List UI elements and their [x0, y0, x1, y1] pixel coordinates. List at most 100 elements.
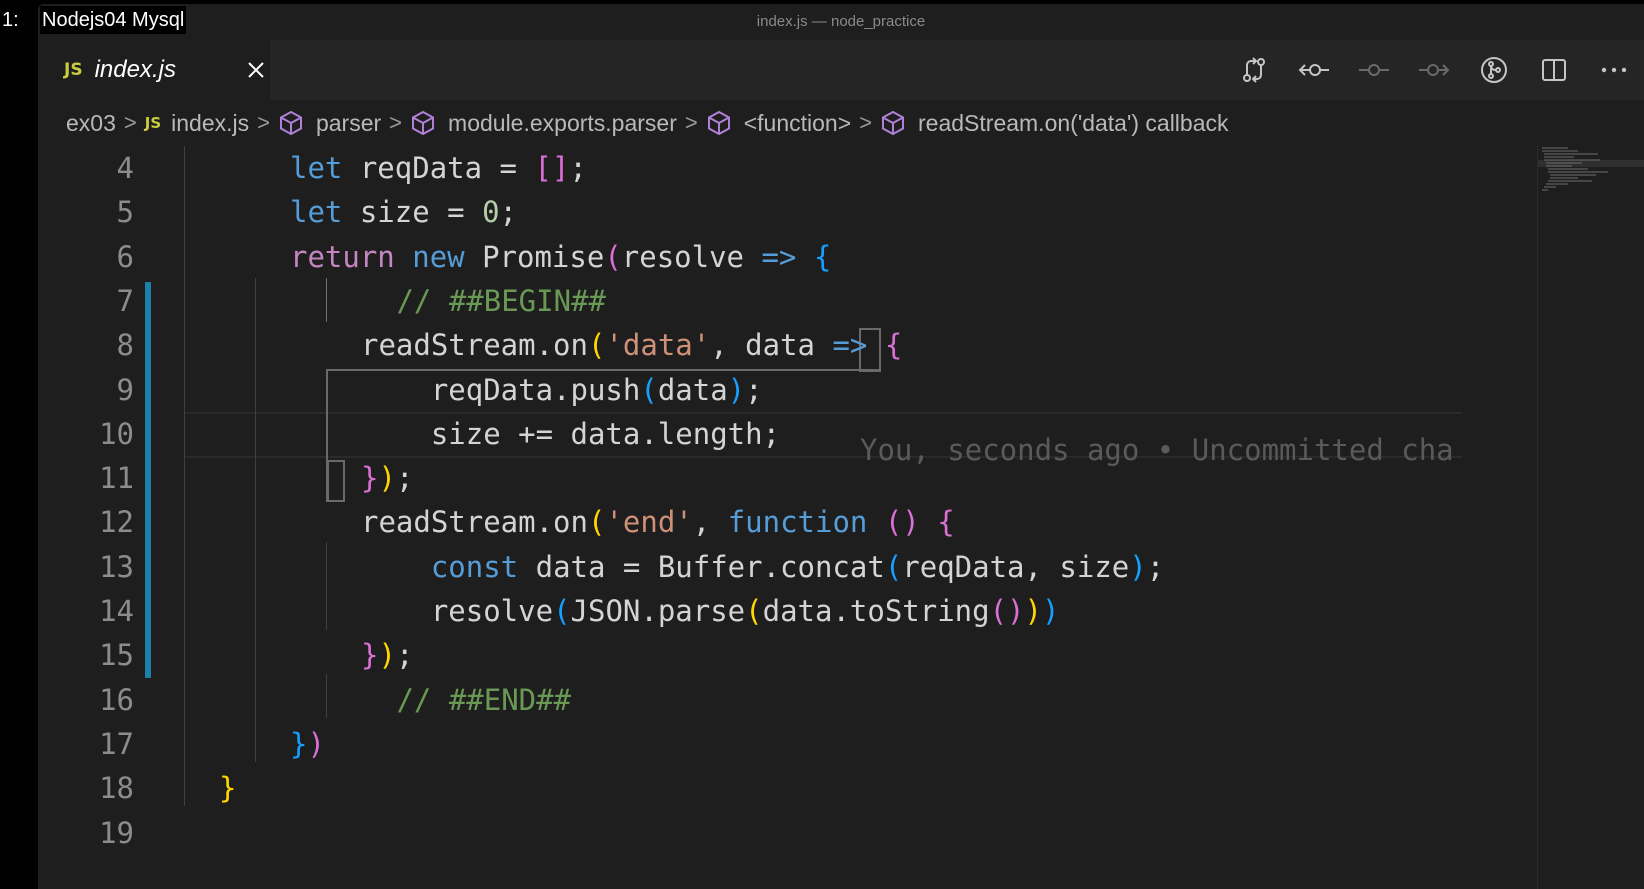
video-title-overlay: Nodejs04 Mysql	[40, 6, 187, 34]
code-line[interactable]: 12 readStream.on('end', function () {	[38, 500, 1468, 544]
code-token: readStream.on	[361, 505, 588, 540]
window-title: index.js — node_practice	[38, 4, 1644, 40]
code-token: ()	[884, 505, 920, 540]
code-token: (	[587, 328, 606, 363]
code-token: data	[657, 372, 728, 407]
code-token: )	[378, 461, 396, 496]
breadcrumb-label: module.exports.parser	[448, 109, 677, 136]
code-token: new	[412, 239, 465, 274]
breadcrumb-label: parser	[315, 109, 382, 136]
chevron-right-icon: >	[684, 110, 698, 135]
code-line[interactable]: 4 let reqData = [];	[38, 146, 1468, 190]
code-text: readStream.on('end', function () {	[361, 500, 955, 544]
code-line[interactable]: 6 return new Promise(resolve => {	[38, 235, 1468, 279]
line-number: 11	[99, 461, 134, 496]
breadcrumb-item-folder[interactable]: ex03	[66, 110, 116, 137]
code-token: data = Buffer.concat	[518, 549, 885, 584]
git-commit-icon[interactable]	[1344, 40, 1404, 100]
code-token: let	[290, 151, 343, 185]
chevron-right-icon: >	[257, 110, 270, 135]
code-token: Promise	[464, 239, 605, 274]
breadcrumb-item-function[interactable]: <function>	[706, 110, 851, 137]
line-number: 19	[99, 815, 134, 850]
code-token: }	[361, 638, 379, 673]
chevron-right-icon: >	[859, 110, 873, 135]
git-next-change-icon[interactable]	[1404, 40, 1464, 100]
git-lens-icon[interactable]	[1464, 40, 1524, 100]
breadcrumb-item-callback[interactable]: readStream.on('data') callback	[880, 110, 1229, 137]
minimap[interactable]	[1537, 146, 1644, 889]
code-token: ;	[395, 461, 414, 496]
code-line[interactable]: 15});	[38, 633, 1468, 677]
tab-index-js[interactable]: JS index.js	[38, 40, 270, 100]
code-token: resolve	[361, 594, 554, 628]
code-token: (	[884, 549, 903, 584]
tab-bar: JS index.js	[38, 40, 1644, 100]
more-actions-icon[interactable]	[1584, 40, 1644, 100]
code-token: =>	[761, 239, 797, 274]
code-text: readStream.on('data', data => {	[361, 323, 902, 367]
line-number: 10	[99, 416, 134, 451]
code-line[interactable]: 9 reqData.push(data);	[38, 368, 1468, 412]
code-line[interactable]: 16 // ##END##	[38, 678, 1468, 722]
code-token: {	[884, 328, 903, 363]
close-icon[interactable]	[242, 56, 270, 84]
line-number: 8	[116, 328, 134, 363]
code-token: 'end'	[605, 505, 693, 540]
code-token: }	[219, 771, 237, 806]
breadcrumb-item-exports[interactable]: module.exports.parser	[410, 110, 677, 137]
code-token: {	[937, 505, 955, 540]
code-token: let	[290, 195, 343, 230]
code-token: resolve	[621, 239, 762, 274]
breadcrumb-item-file[interactable]: JS index.js	[145, 110, 249, 137]
code-line[interactable]: 17})	[38, 722, 1468, 766]
code-line[interactable]: 13 const data = Buffer.concat(reqData, s…	[38, 545, 1468, 589]
code-token: (	[745, 594, 763, 628]
code-token: // ##END##	[396, 682, 572, 717]
code-token: ;	[499, 195, 518, 230]
code-token: []	[534, 151, 570, 185]
code-token: size =	[342, 195, 483, 230]
editor-toolbar	[1224, 40, 1644, 100]
code-token: reqData =	[342, 151, 535, 185]
code-token: return	[290, 239, 395, 274]
code-token: 0	[482, 195, 500, 230]
code-token: )	[378, 638, 396, 673]
breadcrumb-item-parser[interactable]: parser	[278, 110, 381, 137]
code-text: resolve(JSON.parse(data.toString()))	[361, 589, 1060, 633]
code-token: reqData, size	[902, 549, 1130, 584]
code-token: ;	[745, 372, 763, 407]
code-text: let reqData = [];	[290, 146, 587, 190]
code-editor[interactable]: 4 let reqData = []; 5 let size = 0; 6 return …	[38, 146, 1644, 889]
line-number: 15	[99, 638, 134, 673]
code-token: )	[727, 372, 746, 407]
code-token: ;	[1146, 549, 1165, 584]
code-line[interactable]: 18}	[38, 766, 1468, 810]
code-text: size += data.length;	[361, 412, 780, 456]
line-number: 14	[99, 594, 134, 628]
code-line[interactable]: 5 let size = 0;	[38, 190, 1468, 234]
split-editor-icon[interactable]	[1524, 40, 1584, 100]
line-number: 13	[99, 549, 134, 584]
code-line[interactable]: 7 // ##BEGIN##	[38, 279, 1468, 323]
code-token: size += data.length;	[361, 416, 781, 451]
symbol-module-icon	[279, 110, 302, 136]
symbol-function-icon	[882, 110, 905, 136]
symbol-method-icon	[412, 110, 435, 136]
code-text: })	[290, 722, 325, 766]
line-number: 9	[116, 372, 134, 407]
code-token: // ##BEGIN##	[396, 283, 606, 318]
code-line[interactable]: 19	[38, 811, 1468, 855]
code-line[interactable]: 14 resolve(JSON.parse(data.toString()))	[38, 589, 1468, 633]
git-prev-change-icon[interactable]	[1284, 40, 1344, 100]
compare-changes-icon[interactable]	[1224, 40, 1284, 100]
line-number: 17	[99, 726, 134, 761]
code-text: reqData.push(data);	[361, 368, 763, 412]
line-number: 18	[99, 771, 134, 806]
code-line[interactable]: 8 readStream.on('data', data => {	[38, 323, 1468, 367]
